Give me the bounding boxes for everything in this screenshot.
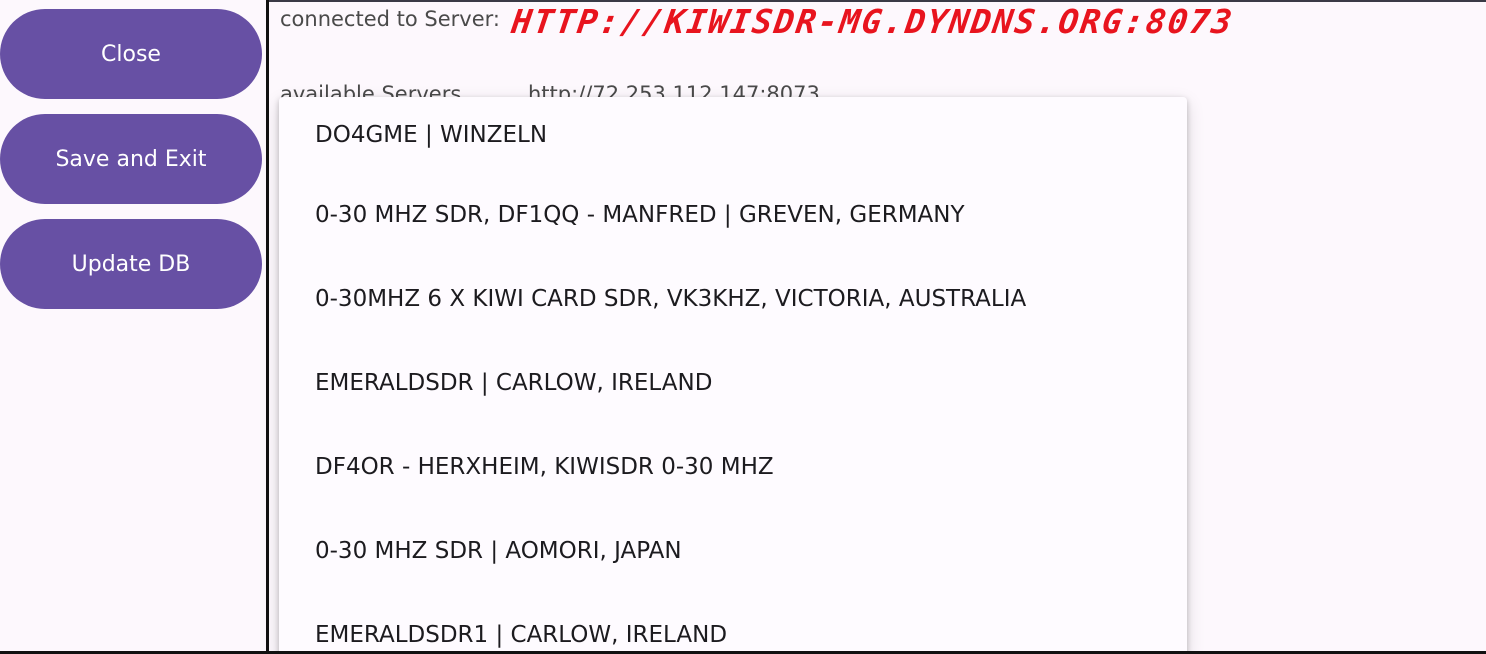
server-option[interactable]: EMERALDSDR1 | CARLOW, IRELAND (279, 593, 1187, 654)
sidebar: Close Save and Exit Update DB (0, 0, 266, 654)
server-option[interactable]: 0-30 MHZ SDR, DF1QQ - MANFRED | GREVEN, … (279, 173, 1187, 257)
server-option[interactable]: DF4OR - HERXHEIM, KIWISDR 0-30 MHZ (279, 425, 1187, 509)
vertical-divider (266, 0, 269, 654)
update-db-button[interactable]: Update DB (0, 219, 262, 309)
connected-server-label: connected to Server: (280, 7, 500, 31)
connected-server-url: HTTP://KIWISDR-MG.DYNDNS.ORG:8073 (509, 2, 1237, 41)
save-and-exit-button[interactable]: Save and Exit (0, 114, 262, 204)
server-dropdown-menu: DO4GME | WINZELN 0-30 MHZ SDR, DF1QQ - M… (279, 97, 1187, 654)
server-option[interactable]: EMERALDSDR | CARLOW, IRELAND (279, 341, 1187, 425)
server-option[interactable]: DO4GME | WINZELN (279, 97, 1187, 173)
server-option-list: DO4GME | WINZELN 0-30 MHZ SDR, DF1QQ - M… (279, 97, 1187, 654)
server-option[interactable]: 0-30 MHZ SDR | AOMORI, JAPAN (279, 509, 1187, 593)
close-button[interactable]: Close (0, 9, 262, 99)
settings-screen: Close Save and Exit Update DB connected … (0, 0, 1486, 654)
server-option[interactable]: 0-30MHZ 6 X KIWI CARD SDR, VK3KHZ, VICTO… (279, 257, 1187, 341)
